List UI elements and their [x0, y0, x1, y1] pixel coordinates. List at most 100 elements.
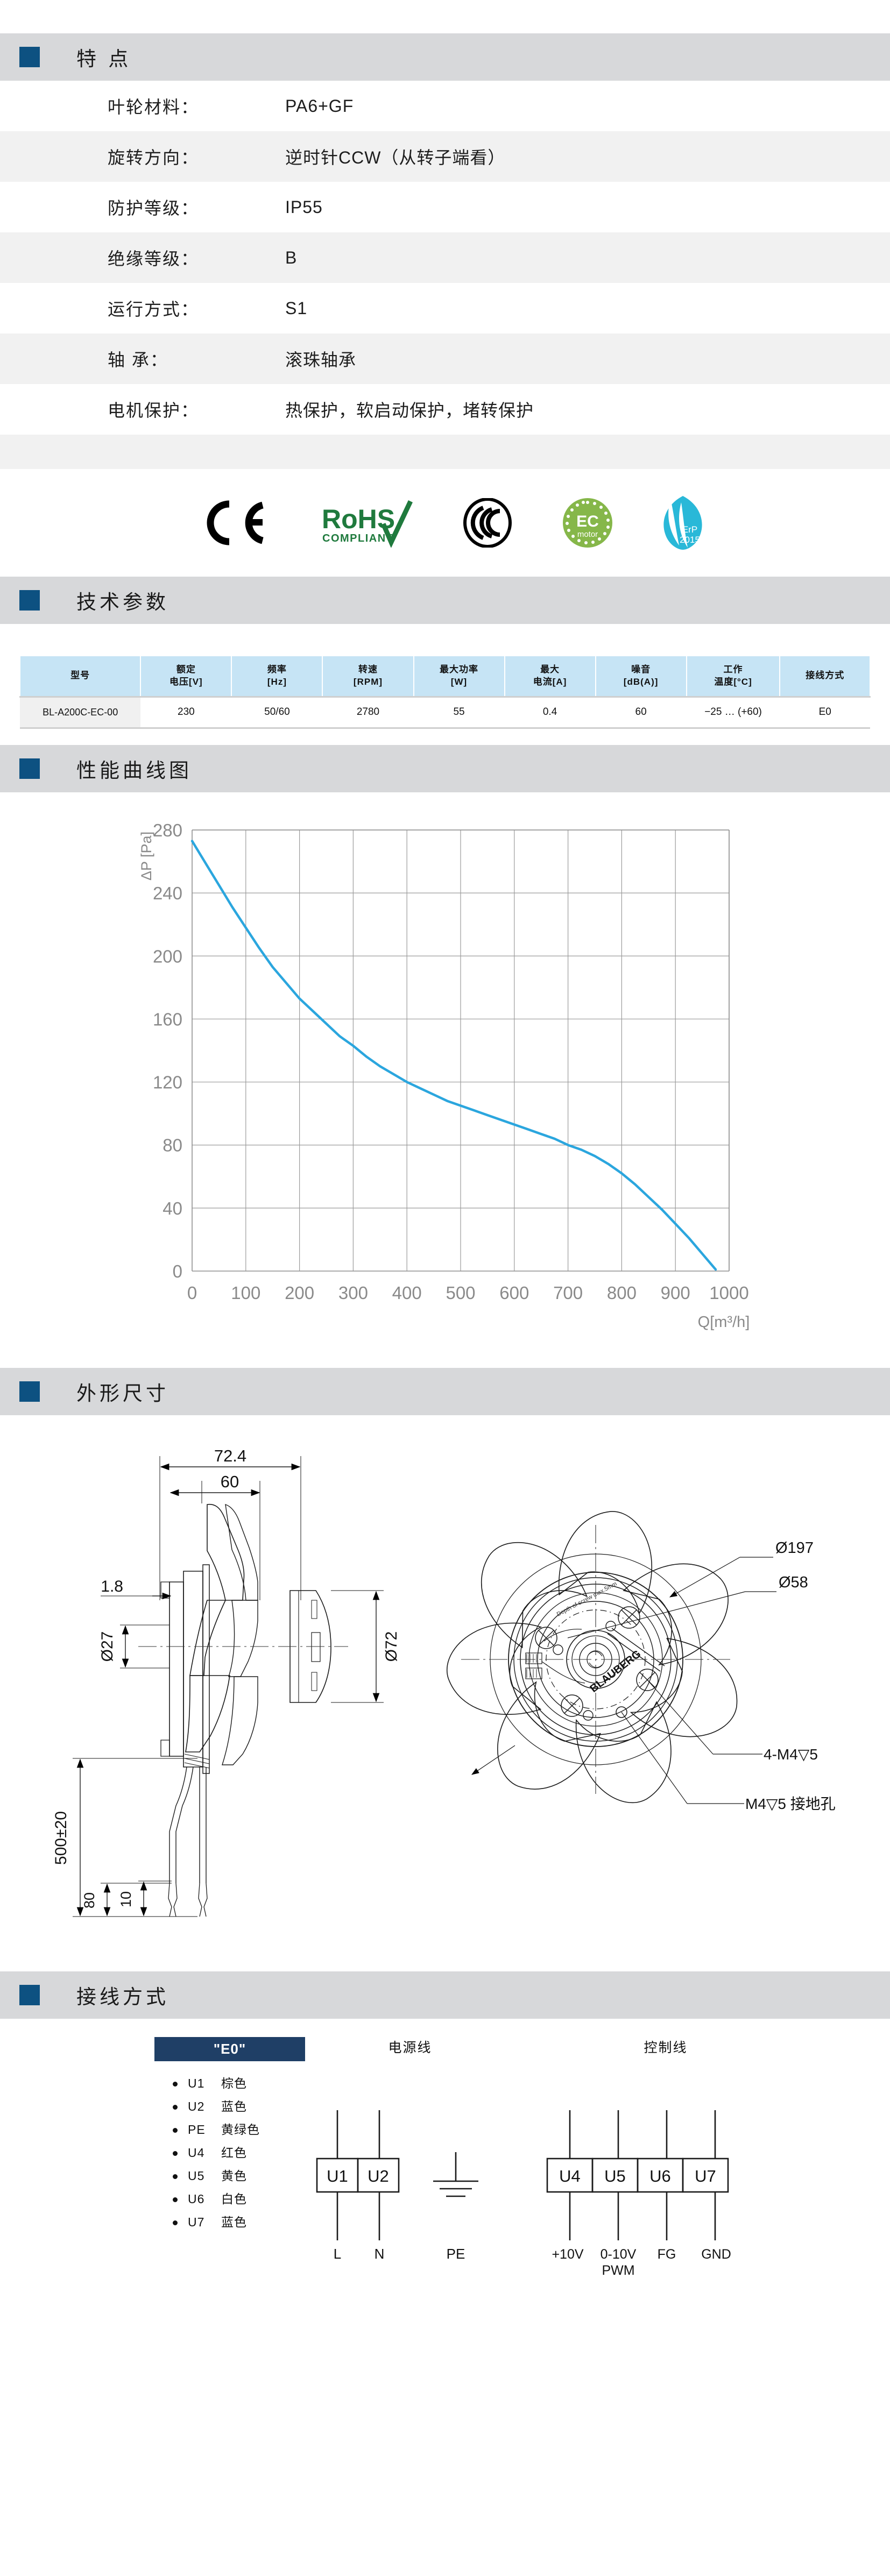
y-tick-label: 80 [163, 1135, 182, 1155]
svg-text:COMPLIANT: COMPLIANT [322, 533, 393, 544]
x-tick-label: 500 [446, 1283, 475, 1303]
power-bottom-label-n: N [375, 2246, 385, 2262]
x-tick-label: 900 [661, 1283, 690, 1303]
list-item: U2 蓝色 [154, 2095, 294, 2118]
section-marker-icon [19, 47, 40, 67]
x-tick-label: 100 [231, 1283, 260, 1303]
dim-lead-offset: 80 [81, 1892, 97, 1908]
wire-code: U2 [188, 2099, 205, 2113]
x-tick-label: 700 [553, 1283, 583, 1303]
cell-model: BL-A200C-EC-00 [20, 696, 141, 729]
col-header-noise: 噪音 [dB(A)] [595, 655, 687, 697]
table-row: BL-A200C-EC-00 230 50/60 2780 55 0.4 60 … [20, 696, 870, 729]
list-item: U4 红色 [154, 2141, 294, 2165]
section-header-wiring: 接线方式 [0, 1971, 890, 2019]
dim-motor-dia: Ø72 [383, 1631, 400, 1662]
chart-y-tick-labels: 0 40 80 120 160 200 240 280 [153, 820, 182, 1281]
chart-series-line [190, 839, 717, 1271]
cell-max-power: 55 [413, 696, 505, 729]
dim-ground-hole: M4▽5 接地孔 [745, 1796, 836, 1812]
cell-noise: 60 [595, 696, 687, 729]
svg-text:EC: EC [576, 513, 599, 530]
wire-color: 黄绿色 [221, 2122, 260, 2137]
section-title-wiring: 接线方式 [76, 1985, 169, 2008]
col-header-frequency: 频率 [Hz] [231, 655, 323, 697]
performance-curve-chart: 0 100 200 300 400 500 600 700 800 900 1000 0 40 80 12… [138, 820, 750, 1331]
power-line-diagram: 电源线 U1 U2 L N PE [294, 2037, 526, 2269]
wiring-legend: "E0" U1 棕色 U2 蓝色 PE 黄绿色 U4 红色 U5 黄色 U6 白色 U7 蓝色 [68, 2036, 305, 2234]
control-line-schematic: U4 U5 U6 U7 +10V 0-10V FG GND PWM [546, 2110, 731, 2278]
section-title-tech: 技术参数 [76, 591, 169, 613]
side-view-drawing [73, 1456, 384, 1917]
section-header-features: 特 点 [0, 33, 890, 81]
erp-mark-icon: ErP 2015 [660, 495, 706, 551]
table-row: 绝缘等级： B [0, 232, 890, 283]
dim-bolt-circle: Ø58 [779, 1574, 808, 1591]
fan-blade [446, 1622, 542, 1715]
wiring-variant-badge: "E0" [154, 2036, 305, 2061]
ce-mark-icon [206, 500, 274, 546]
wire-color: 棕色 [221, 2076, 247, 2090]
feature-key: 绝缘等级： [108, 249, 200, 268]
wire-color-list: U1 棕色 U2 蓝色 PE 黄绿色 U4 红色 U5 黄色 U6 白色 U7 蓝色 [154, 2072, 294, 2234]
ccc-mark-icon [460, 498, 515, 548]
section-marker-icon [19, 1381, 40, 1402]
y-tick-label: 200 [153, 946, 182, 966]
fan-blade [558, 1510, 653, 1614]
y-tick-label: 160 [153, 1009, 182, 1029]
features-table-footer [0, 435, 890, 469]
wire-color: 黄色 [221, 2168, 247, 2183]
wire-color: 蓝色 [221, 2099, 247, 2113]
x-tick-label: 800 [607, 1283, 637, 1303]
section-header-dimensions: 外形尺寸 [0, 1367, 890, 1415]
dim-mount-holes: 4-M4▽5 [764, 1746, 818, 1763]
section-marker-icon [19, 590, 40, 611]
control-terminal-label: U7 [695, 2167, 716, 2185]
svg-text:motor: motor [577, 530, 598, 539]
wire-color: 蓝色 [221, 2215, 247, 2229]
x-tick-label: 300 [338, 1283, 368, 1303]
wire-code: U4 [188, 2145, 205, 2160]
x-tick-label: 1000 [709, 1283, 748, 1303]
col-header-max-current: 最大 电流[A] [504, 655, 596, 697]
dim-hub-bore: Ø27 [98, 1631, 116, 1662]
table-row: 防护等级： IP55 [0, 182, 890, 232]
wire-code: U1 [188, 2076, 205, 2090]
wire-code: U7 [188, 2215, 205, 2229]
cell-wiring: E0 [780, 696, 870, 729]
cell-max-current: 0.4 [504, 696, 596, 729]
feature-key: 运行方式： [108, 300, 200, 319]
col-header-temperature: 工作 温度[°C] [686, 655, 781, 697]
section-title-features: 特 点 [76, 48, 132, 70]
list-item: U1 棕色 [154, 2072, 294, 2095]
col-header-wiring: 接线方式 [779, 655, 871, 697]
col-header-voltage: 额定 电压[V] [140, 655, 232, 697]
table-row: 运行方式： S1 [0, 283, 890, 333]
svg-text:2015: 2015 [680, 535, 700, 545]
section-header-tech: 技术参数 [0, 577, 890, 624]
cell-voltage: 230 [140, 696, 232, 729]
features-table: 叶轮材料： PA6+GF 旋转方向： 逆时针CCW（从转子端看） 防护等级： I… [0, 81, 890, 435]
wire-color: 白色 [221, 2191, 247, 2206]
certification-logos: RoHS COMPLIANT EC motor ErP 2015 [0, 469, 890, 577]
col-header-speed: 转速 [RPM] [322, 655, 414, 697]
y-tick-label: 120 [153, 1072, 182, 1092]
col-header-model: 型号 [19, 655, 142, 697]
y-tick-label: 0 [173, 1261, 182, 1281]
feature-value: 热保护，软启动保护，堵转保护 [285, 401, 534, 420]
control-terminal-label: U5 [604, 2167, 626, 2185]
cell-speed: 2780 [322, 696, 414, 729]
wire-code: PE [188, 2122, 206, 2137]
dimension-drawings: 72.4 60 1.8 Ø27 Ø72 500±20 10 80 Ø197 Ø5… [52, 1446, 836, 1917]
svg-text:ErP: ErP [682, 524, 697, 535]
list-item: U6 白色 [154, 2188, 294, 2211]
control-line-title: 控制线 [644, 2040, 688, 2055]
wire-code: U5 [188, 2168, 205, 2183]
plate-note-text: Depth of screw max.5mm [556, 1580, 618, 1617]
ec-motor-mark-icon: EC motor [562, 497, 613, 549]
feature-key: 叶轮材料： [108, 97, 200, 117]
control-line-diagram: 控制线 U4 U5 U6 U7 +10V 0-10V FG GND PWM [526, 2037, 806, 2280]
control-bottom-label-0-10v: 0-10V [601, 2247, 637, 2262]
table-row: 电机保护： 热保护，软启动保护，堵转保护 [0, 384, 890, 435]
feature-key: 防护等级： [108, 198, 200, 218]
